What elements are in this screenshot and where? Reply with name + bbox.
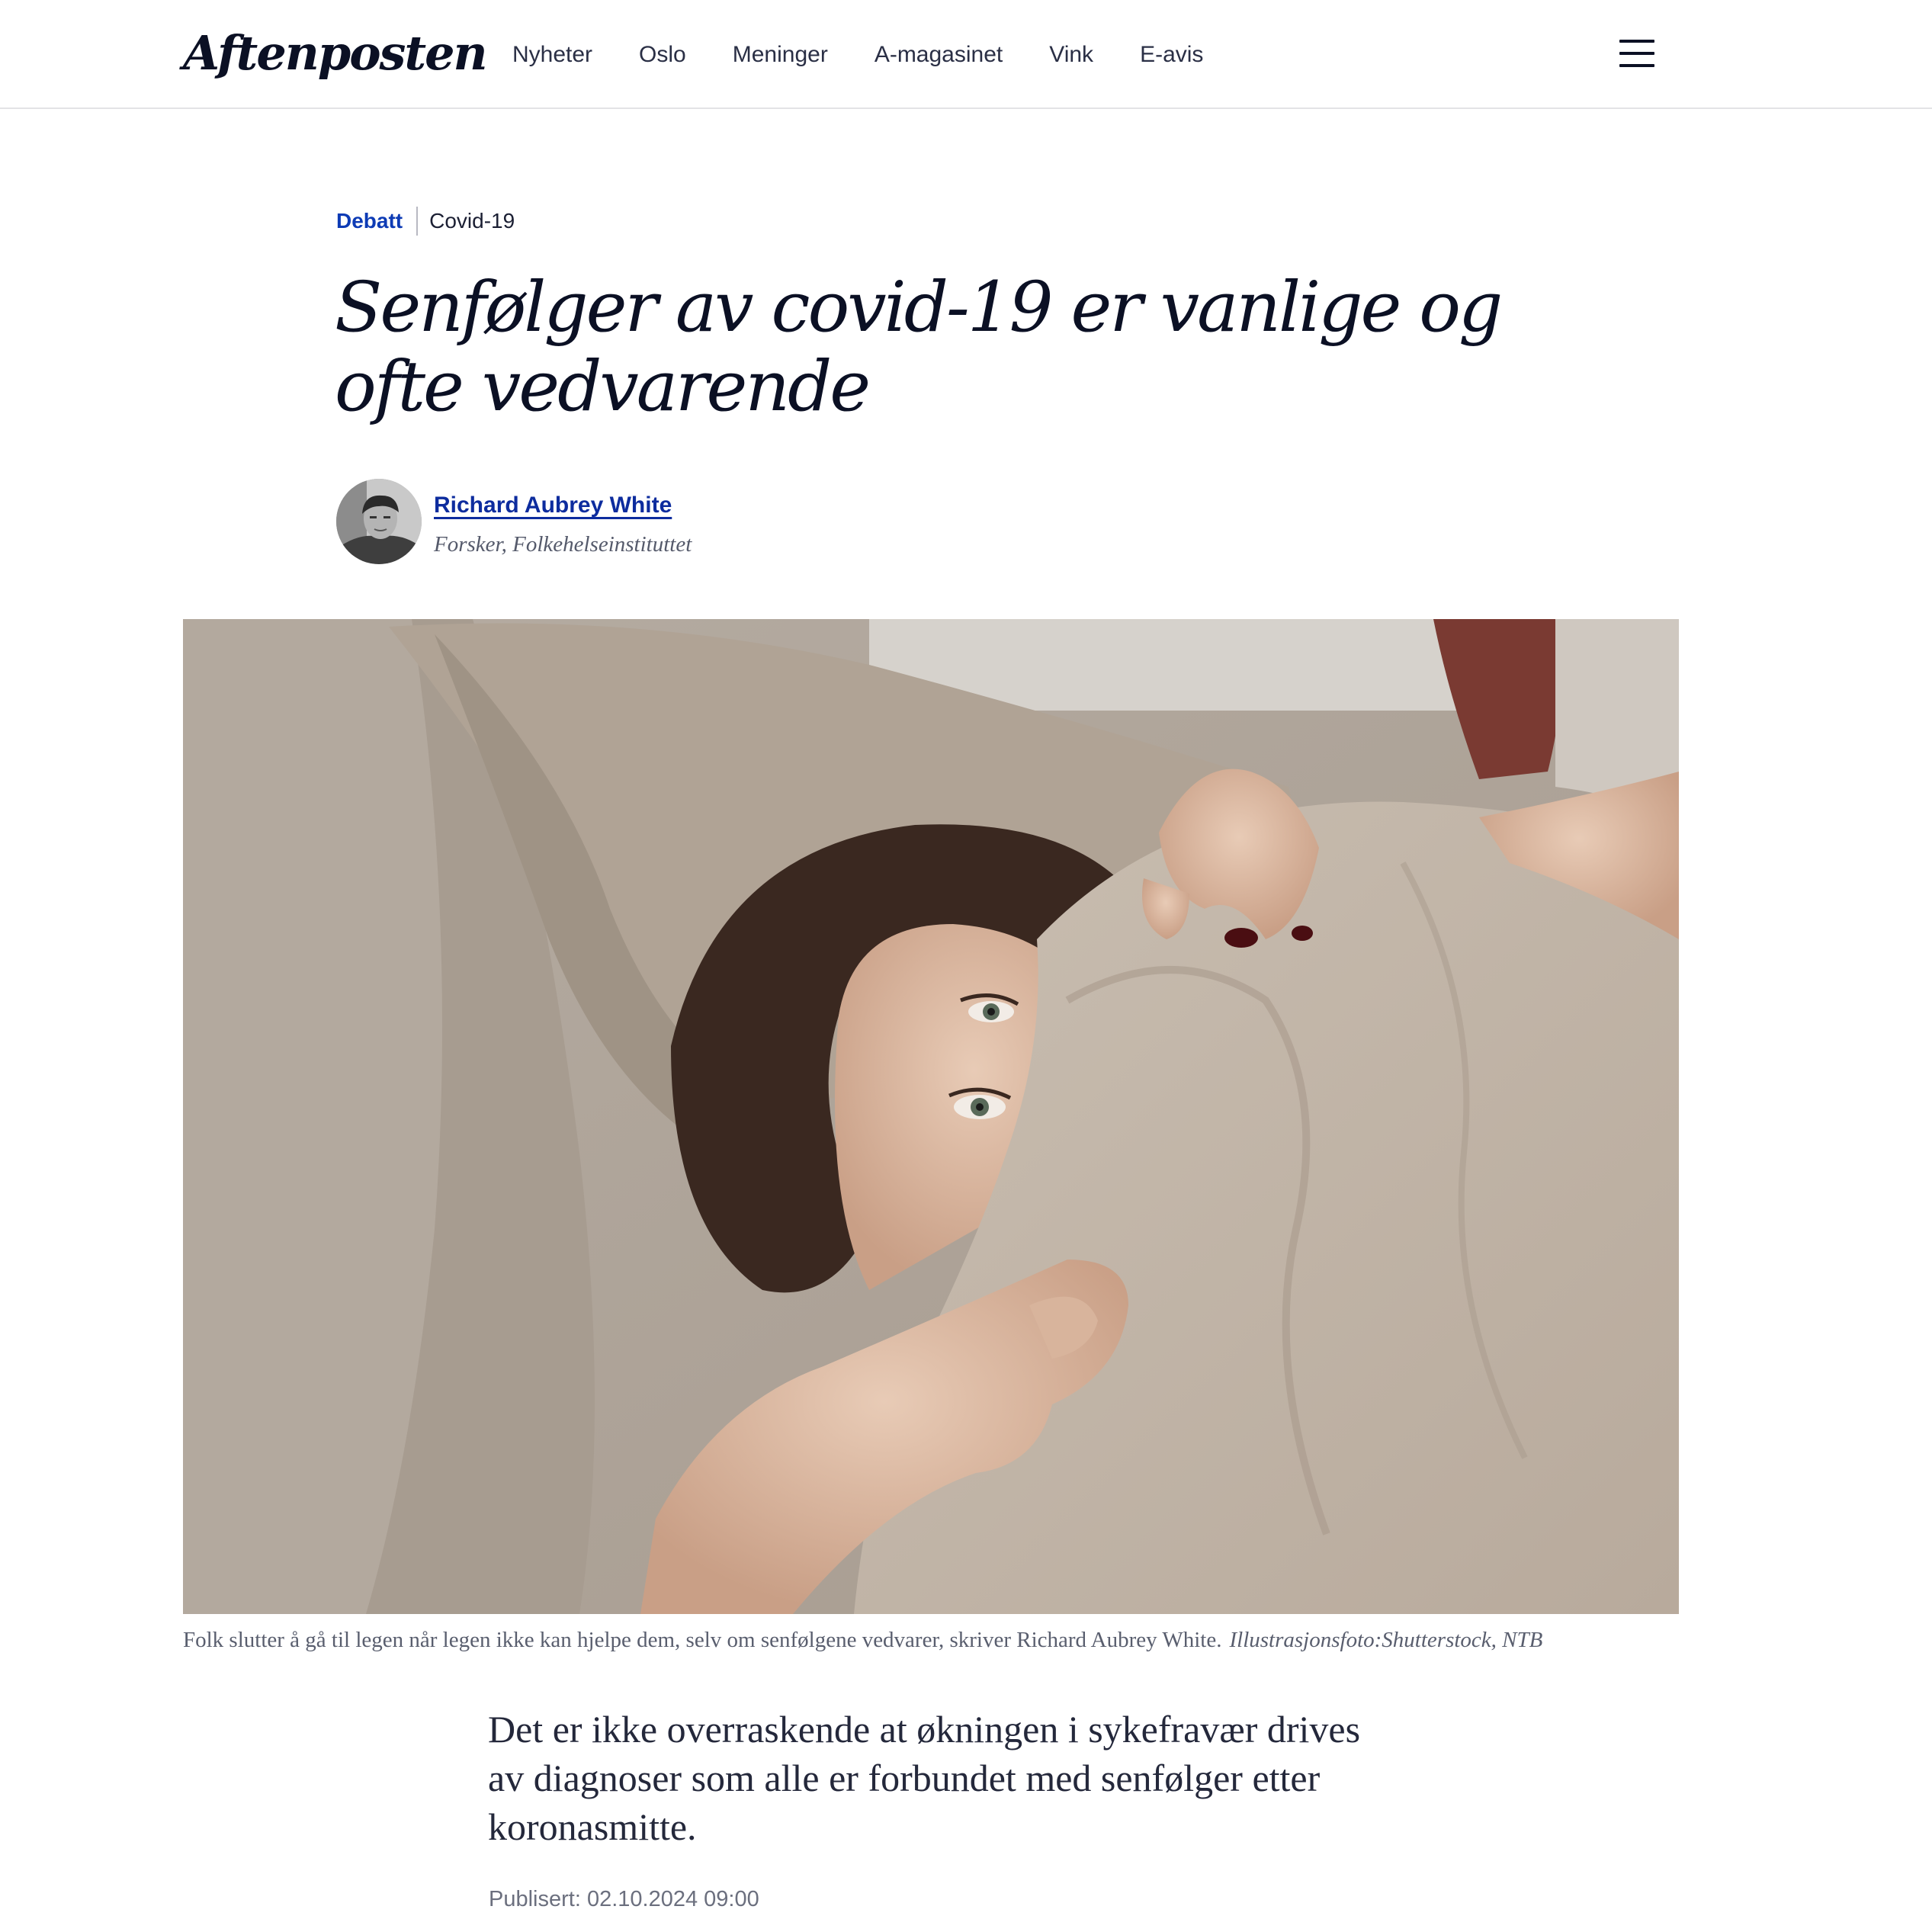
topic-link-covid-19[interactable]: Covid-19 — [429, 209, 515, 233]
author-name-link[interactable]: Richard Aubrey White — [434, 493, 672, 518]
image-caption: Folk slutter å gå til legen når legen ik… — [183, 1628, 1708, 1653]
byline: Richard Aubrey White Forsker, Folkehelse… — [336, 479, 870, 564]
author-avatar — [336, 479, 422, 564]
aftenposten-logo[interactable]: Aftenposten — [183, 23, 488, 84]
menu-line — [1619, 52, 1654, 55]
site-header: Aftenposten Nyheter Oslo Meninger A-maga… — [0, 0, 1932, 109]
article-main-image — [183, 619, 1679, 1614]
section-link-debatt[interactable]: Debatt — [336, 209, 403, 233]
menu-line — [1619, 64, 1654, 67]
nav-item-nyheter[interactable]: Nyheter — [512, 42, 592, 68]
hamburger-menu-icon[interactable] — [1619, 40, 1654, 67]
article-lead: Det er ikke overraskende at økningen i s… — [488, 1708, 1361, 1848]
article-headline: Senfølger av covid-19 er vanlige og ofte… — [335, 268, 1503, 427]
nav-item-e-avis[interactable]: E-avis — [1140, 42, 1203, 68]
menu-line — [1619, 40, 1654, 43]
nav-item-meninger[interactable]: Meninger — [733, 42, 828, 68]
nav-item-oslo[interactable]: Oslo — [639, 42, 686, 68]
main-nav: Nyheter Oslo Meninger A-magasinet Vink E… — [512, 34, 1203, 76]
author-role: Forsker, Folkehelseinstituttet — [434, 532, 692, 557]
caption-text: Folk slutter å gå til legen når legen ik… — [183, 1628, 1222, 1652]
nav-item-vink[interactable]: Vink — [1049, 42, 1093, 68]
image-credit: Illustrasjonsfoto:Shutterstock, NTB — [1229, 1628, 1543, 1652]
published-timestamp: Publisert: 02.10.2024 09:00 — [489, 1887, 759, 1911]
nav-item-a-magasinet[interactable]: A-magasinet — [875, 42, 1003, 68]
article-kicker: Debatt Covid-19 — [336, 206, 515, 236]
kicker-divider — [416, 207, 419, 236]
